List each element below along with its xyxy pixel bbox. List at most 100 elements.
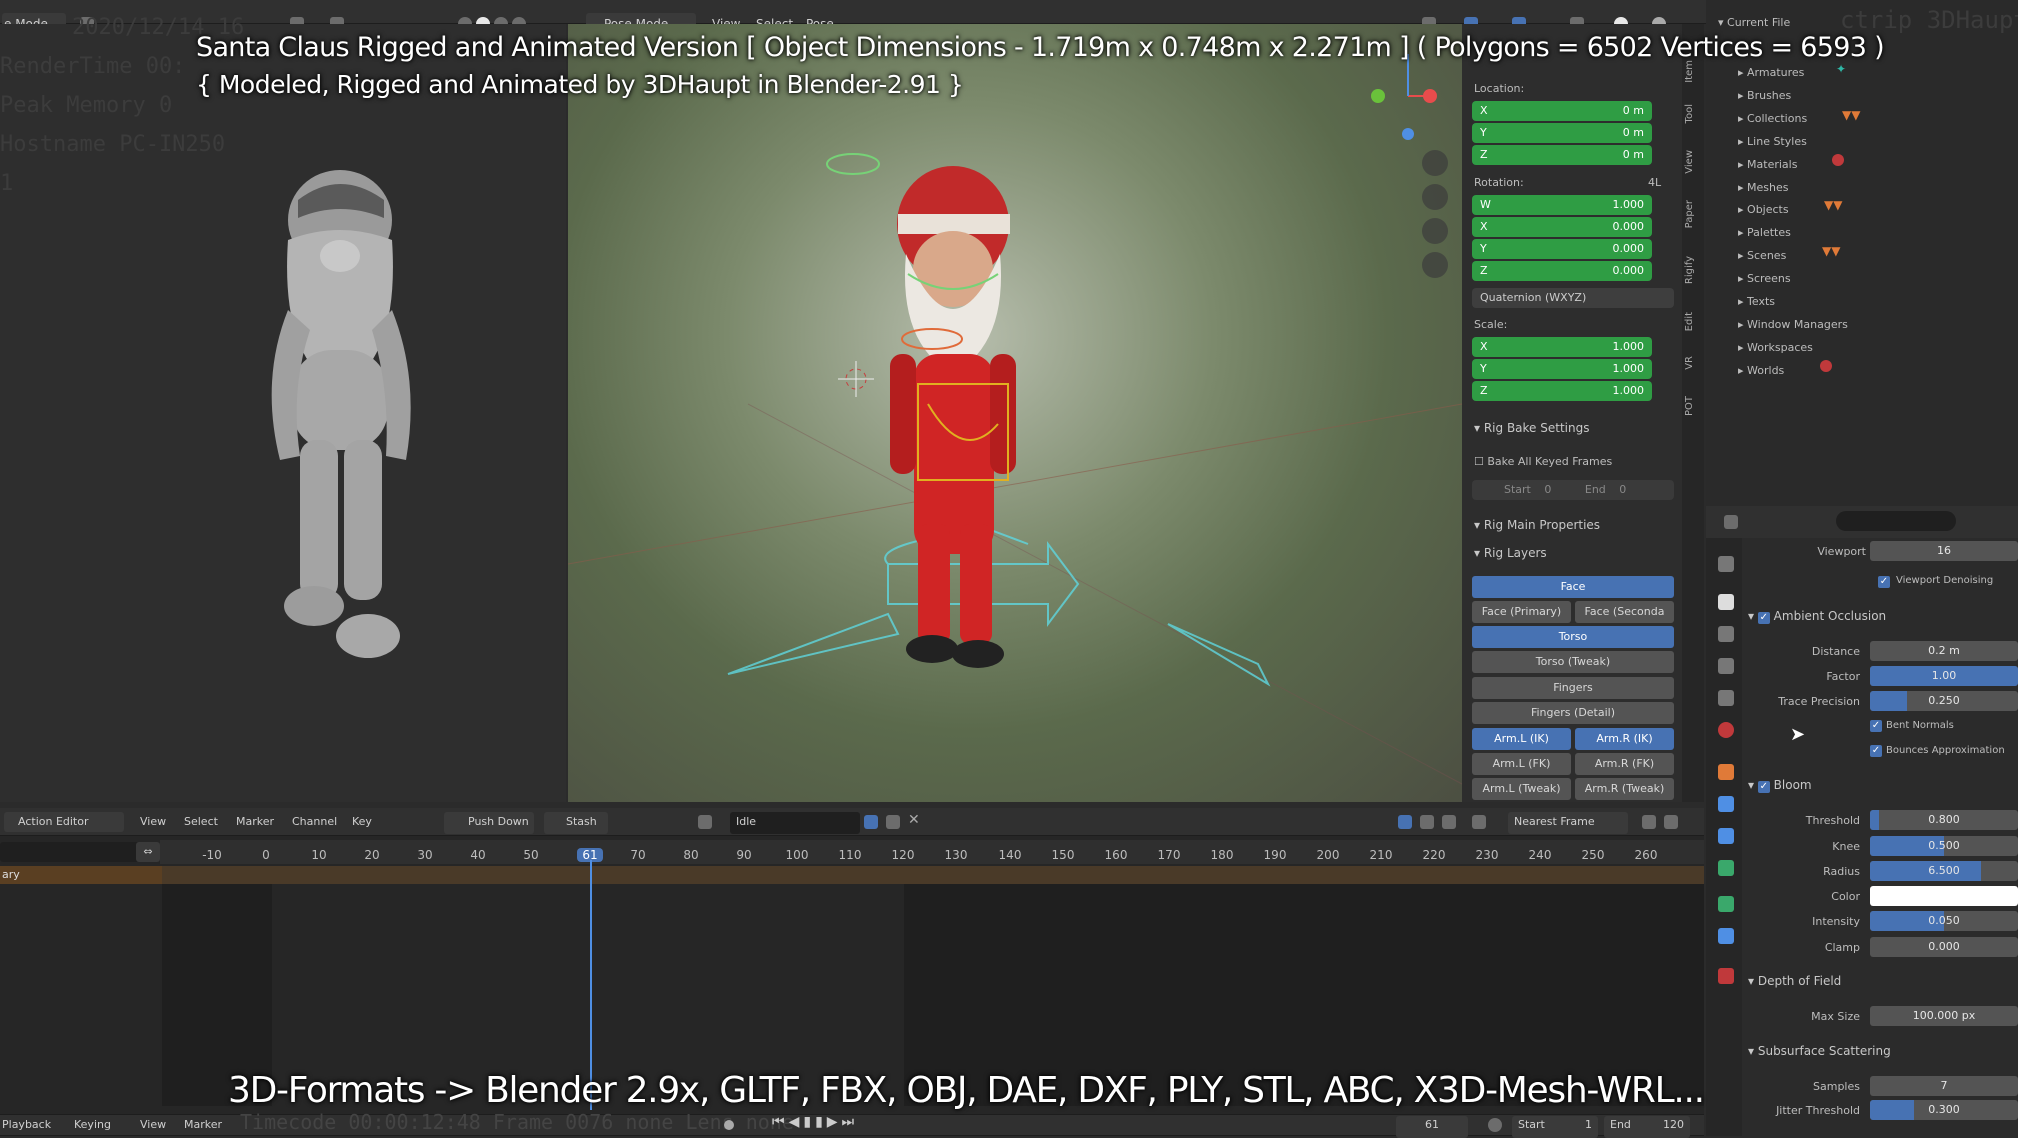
ambient-occlusion-header[interactable]: ▾ ✓ Ambient Occlusion: [1748, 609, 1886, 624]
editor-type-icon[interactable]: [1724, 515, 1738, 529]
modifier-tab-icon[interactable]: [1718, 796, 1734, 812]
layer-fingers-detail-button[interactable]: Fingers (Detail): [1472, 702, 1674, 724]
outliner-item-meshes[interactable]: ▸ Meshes: [1738, 177, 1848, 200]
only-selected-icon[interactable]: [1398, 815, 1412, 829]
outliner-item-texts[interactable]: ▸ Texts: [1738, 291, 1848, 314]
rig-main-properties-header[interactable]: ▾ Rig Main Properties: [1474, 518, 1600, 532]
outliner-item-collections[interactable]: ▸ Collections: [1738, 108, 1848, 131]
push-down-button[interactable]: Push Down: [444, 812, 534, 834]
current-frame-field[interactable]: 61: [1396, 1116, 1468, 1138]
dopesheet-menu-select[interactable]: Select: [184, 812, 218, 834]
bent-normals-checkbox[interactable]: ✓: [1870, 720, 1882, 732]
ambient-occlusion-checkbox[interactable]: ✓: [1757, 612, 1770, 624]
unlink-action-icon[interactable]: ✕: [908, 812, 920, 828]
layer-torso-tweak-button[interactable]: Torso (Tweak): [1472, 651, 1674, 673]
playback-controls-icon[interactable]: ⏮◀▮▮▶⏭: [772, 1114, 858, 1130]
pan-hand-icon[interactable]: [1422, 184, 1448, 210]
ao-trace-precision-slider[interactable]: 0.250: [1870, 691, 2018, 711]
constraints-tab-icon[interactable]: [1718, 896, 1734, 912]
sidebar-tab-item[interactable]: Item: [1684, 60, 1700, 83]
particles-tab-icon[interactable]: [1718, 828, 1734, 844]
viewport-samples-field[interactable]: 16: [1870, 541, 2018, 561]
properties-search-input[interactable]: [1836, 511, 1956, 531]
tool-tab-icon[interactable]: [1718, 556, 1734, 572]
sidebar-tab-tool[interactable]: Tool: [1684, 104, 1700, 123]
layer-arm-l-ik-button[interactable]: Arm.L (IK): [1472, 728, 1571, 750]
location-y-field[interactable]: Y 0 m: [1472, 123, 1652, 143]
show-hidden-icon[interactable]: [1420, 815, 1434, 829]
outliner-item-workspaces[interactable]: ▸ Workspaces: [1738, 337, 1848, 360]
sidebar-tab-edit[interactable]: Edit: [1684, 312, 1700, 331]
layer-arm-l-fk-button[interactable]: Arm.L (FK): [1472, 753, 1571, 775]
layer-fingers-button[interactable]: Fingers: [1472, 677, 1674, 699]
footer-menu-keying[interactable]: Keying: [74, 1116, 111, 1138]
action-browse-icon[interactable]: [698, 815, 712, 829]
outliner-item-armatures[interactable]: ▸ Armatures: [1738, 62, 1848, 85]
dopesheet-menu-marker[interactable]: Marker: [236, 812, 274, 834]
bake-range-row[interactable]: Start 0 End 0: [1472, 480, 1674, 500]
falloff-curve-icon[interactable]: [1664, 815, 1678, 829]
zoom-icon[interactable]: [1422, 150, 1448, 176]
bloom-knee-slider[interactable]: 0.500: [1870, 836, 2018, 856]
camera-view-icon[interactable]: [1422, 218, 1448, 244]
layer-arm-r-tweak-button[interactable]: Arm.R (Tweak): [1575, 778, 1674, 800]
sidebar-tab-vr[interactable]: VR: [1684, 356, 1700, 370]
rotation-y-field[interactable]: Y 0.000: [1472, 239, 1652, 259]
depth-of-field-header[interactable]: ▾ Depth of Field: [1748, 974, 1841, 988]
render-tab-icon[interactable]: [1718, 594, 1734, 610]
layer-arm-l-tweak-button[interactable]: Arm.L (Tweak): [1472, 778, 1571, 800]
action-name-field[interactable]: Idle: [730, 812, 860, 834]
channel-collapse-icon[interactable]: ⇔: [136, 842, 160, 862]
ortho-grid-icon[interactable]: [1422, 252, 1448, 278]
rig-bake-settings-header[interactable]: ▾ Rig Bake Settings: [1474, 421, 1589, 435]
snap-mode-dropdown[interactable]: Nearest Frame: [1508, 812, 1628, 834]
dopesheet-menu-channel[interactable]: Channel: [292, 812, 337, 834]
main-3d-viewport[interactable]: [568, 24, 1462, 802]
bloom-intensity-slider[interactable]: 0.050: [1870, 911, 2018, 931]
record-button-icon[interactable]: [724, 1120, 734, 1130]
layer-arm-r-ik-button[interactable]: Arm.R (IK): [1575, 728, 1674, 750]
sidebar-tab-paper[interactable]: Paper: [1684, 200, 1700, 228]
location-x-field[interactable]: X 0 m: [1472, 101, 1652, 121]
action-editor-mode-dropdown[interactable]: Action Editor: [4, 812, 124, 832]
sss-jitter-threshold-slider[interactable]: 0.300: [1870, 1100, 2018, 1120]
scene-tab-icon[interactable]: [1718, 690, 1734, 706]
ao-distance-field[interactable]: 0.2 m: [1870, 641, 2018, 661]
footer-menu-marker[interactable]: Marker: [184, 1116, 222, 1138]
fake-user-shield-icon[interactable]: [864, 815, 878, 829]
bloom-threshold-slider[interactable]: 0.800: [1870, 810, 2018, 830]
proportional-edit-icon[interactable]: [1642, 815, 1656, 829]
warning-filter-icon[interactable]: [1442, 815, 1456, 829]
footer-menu-playback[interactable]: Playback: [2, 1116, 51, 1138]
location-z-field[interactable]: Z 0 m: [1472, 145, 1652, 165]
scale-y-field[interactable]: Y 1.000: [1472, 359, 1652, 379]
physics-tab-icon[interactable]: [1718, 860, 1734, 876]
rotation-mode-dropdown[interactable]: Quaternion (WXYZ): [1472, 288, 1674, 308]
outliner-item-line-styles[interactable]: ▸ Line Styles: [1738, 131, 1848, 154]
sidebar-tab-pot[interactable]: POT: [1684, 396, 1700, 416]
data-tab-icon[interactable]: [1718, 928, 1734, 944]
layer-arm-r-fk-button[interactable]: Arm.R (FK): [1575, 753, 1674, 775]
bloom-clamp-slider[interactable]: 0.000: [1870, 937, 2018, 957]
frame-start-field[interactable]: Start 1: [1512, 1116, 1598, 1138]
dof-max-size-field[interactable]: 100.000 px: [1870, 1006, 2018, 1026]
subsurface-scattering-header[interactable]: ▾ Subsurface Scattering: [1748, 1044, 1891, 1058]
viewport-denoising-checkbox[interactable]: ✓: [1878, 576, 1890, 588]
ao-factor-slider[interactable]: 1.00: [1870, 666, 2018, 686]
scale-x-field[interactable]: X 1.000: [1472, 337, 1652, 357]
clock-icon[interactable]: [1488, 1118, 1502, 1132]
outliner-item-brushes[interactable]: ▸ Brushes: [1738, 85, 1848, 108]
bloom-color-swatch[interactable]: [1870, 886, 2018, 906]
new-action-icon[interactable]: [886, 815, 900, 829]
layer-face-primary-button[interactable]: Face (Primary): [1472, 601, 1571, 623]
bloom-radius-slider[interactable]: 6.500: [1870, 861, 2018, 881]
stash-button[interactable]: Stash: [544, 812, 608, 834]
rotation-x-field[interactable]: X 0.000: [1472, 217, 1652, 237]
bloom-header[interactable]: ▾ ✓ Bloom: [1748, 778, 1812, 793]
outliner-root-current-file[interactable]: ▾ Current File: [1718, 16, 1790, 29]
outliner-item-window-managers[interactable]: ▸ Window Managers: [1738, 314, 1848, 337]
rotation-lock-tag[interactable]: 4L: [1648, 176, 1661, 189]
filter-icon[interactable]: [1472, 815, 1486, 829]
layer-torso-button[interactable]: Torso: [1472, 626, 1674, 648]
outliner-item-palettes[interactable]: ▸ Palettes: [1738, 222, 1848, 245]
